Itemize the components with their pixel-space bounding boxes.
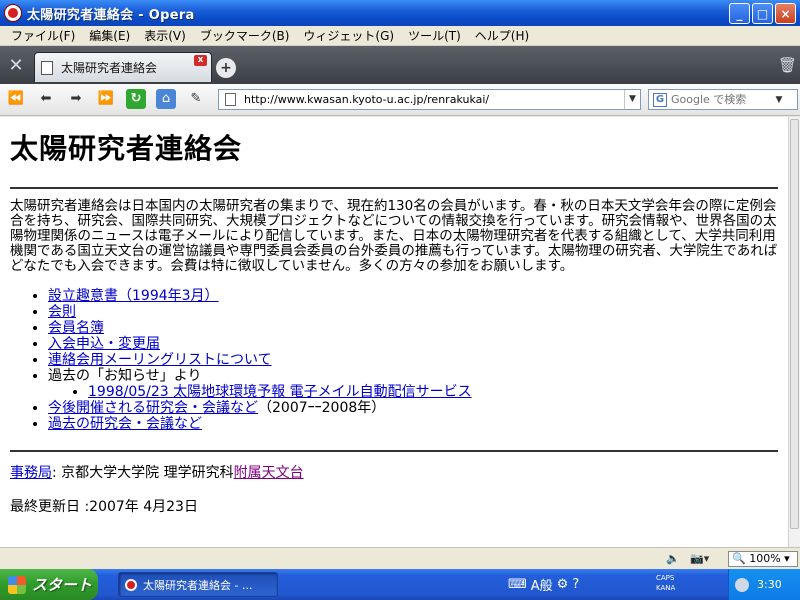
new-tab-button[interactable]: + <box>216 58 236 78</box>
volume-icon[interactable] <box>735 577 749 592</box>
zoom-value: 100% <box>749 552 781 565</box>
menu-view[interactable]: 表示(V) <box>137 27 193 44</box>
taskbar-item-opera[interactable]: 太陽研究者連絡会 - ... <box>118 572 278 597</box>
start-button[interactable]: スタート <box>0 569 98 600</box>
list-item: 会則 <box>48 304 778 320</box>
link-observatory[interactable]: 附属天文台 <box>234 465 304 481</box>
ime-toolbar: ⌨ A般 ⚙ ? <box>508 572 579 596</box>
kana-label: KANA <box>656 584 676 592</box>
link-join[interactable]: 入会申込・変更届 <box>48 336 160 352</box>
window-titlebar[interactable]: 太陽研究者連絡会 - Opera _ □ × <box>0 0 800 26</box>
upcoming-suffix: （2007ｰｰ2008年） <box>258 400 386 416</box>
rewind-icon[interactable]: ⏪ <box>6 89 26 109</box>
divider <box>10 450 778 452</box>
start-label: スタート <box>32 576 93 594</box>
link-prospectus[interactable]: 設立趣意書（1994年3月） <box>48 288 219 304</box>
reload-icon[interactable]: ↻ <box>126 89 146 109</box>
menu-help[interactable]: ヘルプ(H) <box>468 27 536 44</box>
link-upcoming[interactable]: 今後開催される研究会・会議など <box>48 400 258 416</box>
caps-label: CAPS <box>656 574 675 582</box>
menu-file[interactable]: ファイル(F) <box>4 27 82 44</box>
back-icon[interactable]: ⬅ <box>36 89 56 109</box>
link-mailing-list[interactable]: 連絡会用メーリングリストについて <box>48 352 272 368</box>
panel-tools-icon[interactable]: ✕ <box>4 54 28 78</box>
taskbar: スタート 太陽研究者連絡会 - ... ⌨ A般 ⚙ ? CAPS KANA 3… <box>0 569 800 600</box>
page-content: 太陽研究者連絡会 太陽研究者連絡会は日本国内の太陽研究者の集まりで、現在約130… <box>0 117 788 547</box>
menu-bookmarks[interactable]: ブックマーク(B) <box>193 27 297 44</box>
search-box[interactable]: G ▼ <box>648 89 798 110</box>
document-icon <box>41 60 53 75</box>
caps-indicator: CAPS KANA <box>656 573 675 593</box>
list-item: 過去の研究会・会議など <box>48 416 778 432</box>
list-item: 入会申込・変更届 <box>48 336 778 352</box>
close-button[interactable]: × <box>775 3 796 24</box>
windows-logo-icon <box>8 575 26 594</box>
link-news-item[interactable]: 1998/05/23 太陽地球環境予報 電子メイル自動配信サービス <box>88 384 472 400</box>
list-item: 今後開催される研究会・会議など（2007ｰｰ2008年） <box>48 400 778 416</box>
link-members[interactable]: 会員名簿 <box>48 320 104 336</box>
tab-close-button[interactable]: x <box>194 55 207 66</box>
link-list: 設立趣意書（1994年3月） 会則 会員名簿 入会申込・変更届 連絡会用メーリン… <box>48 288 778 432</box>
edit-icon[interactable]: ✎ <box>186 89 206 109</box>
trash-icon[interactable]: 🗑 <box>778 56 797 74</box>
taskbar-item-label: 太陽研究者連絡会 - ... <box>143 578 253 592</box>
status-bar: 🔈 📷▾ 🔍 100% ▾ <box>0 547 800 569</box>
menu-bar: ファイル(F) 編集(E) 表示(V) ブックマーク(B) ウィジェット(G) … <box>0 26 800 46</box>
tab-label: 太陽研究者連絡会 <box>61 61 158 75</box>
speaker-icon[interactable]: 🔈 <box>666 551 680 567</box>
vertical-scrollbar[interactable] <box>788 117 800 547</box>
list-item: 1998/05/23 太陽地球環境予報 電子メイル自動配信サービス <box>88 384 778 400</box>
menu-edit[interactable]: 編集(E) <box>82 27 137 44</box>
maximize-button[interactable]: □ <box>752 3 773 24</box>
page-title: 太陽研究者連絡会 <box>10 132 243 165</box>
list-item: 設立趣意書（1994年3月） <box>48 288 778 304</box>
intro-paragraph: 太陽研究者連絡会は日本国内の太陽研究者の集まりで、現在約130名の会員がいます。… <box>10 198 778 274</box>
scrollbar-thumb[interactable] <box>790 119 799 529</box>
list-item: 過去の「お知らせ」より 1998/05/23 太陽地球環境予報 電子メイル自動配… <box>48 368 778 400</box>
address-field[interactable]: http://www.kwasan.kyoto-u.ac.jp/renrakuk… <box>218 89 641 110</box>
home-icon[interactable]: ⌂ <box>156 89 176 109</box>
chevron-down-icon[interactable]: ▼ <box>624 90 640 109</box>
menu-tools[interactable]: ツール(T) <box>401 27 468 44</box>
search-input[interactable] <box>671 93 771 106</box>
last-updated: 最終更新日 :2007年 4月23日 <box>10 499 198 515</box>
tab-bar: ✕ 太陽研究者連絡会 x + 🗑 <box>0 46 800 84</box>
camera-icon[interactable]: 📷▾ <box>690 551 709 567</box>
forward-icon[interactable]: ➡ <box>66 89 86 109</box>
office-line: 事務局: 京都大学大学院 理学研究科附属天文台 <box>10 462 778 482</box>
opera-icon <box>5 5 21 21</box>
fast-forward-icon[interactable]: ⏩ <box>96 89 116 109</box>
list-item: 連絡会用メーリングリストについて <box>48 352 778 368</box>
link-office[interactable]: 事務局 <box>10 465 52 481</box>
office-text: : 京都大学大学院 理学研究科 <box>52 465 234 481</box>
list-item: 会員名簿 <box>48 320 778 336</box>
help-icon[interactable]: ? <box>572 577 579 592</box>
clock: 3:30 <box>757 578 782 591</box>
url-text[interactable]: http://www.kwasan.kyoto-u.ac.jp/renrakuk… <box>244 93 624 106</box>
divider <box>10 187 778 189</box>
settings-icon[interactable]: ⚙ <box>557 577 569 592</box>
system-tray: 3:30 <box>728 569 800 600</box>
ime-mode[interactable]: A般 <box>531 575 553 594</box>
link-rules[interactable]: 会則 <box>48 304 76 320</box>
link-past-meetings[interactable]: 過去の研究会・会議など <box>48 416 202 432</box>
address-toolbar: ⏪ ⬅ ➡ ⏩ ↻ ⌂ ✎ http://www.kwasan.kyoto-u.… <box>0 84 800 116</box>
window-title: 太陽研究者連絡会 - Opera <box>27 7 195 23</box>
zoom-control[interactable]: 🔍 100% ▾ <box>728 551 798 567</box>
tab-active[interactable]: 太陽研究者連絡会 x <box>34 52 212 82</box>
keyboard-icon[interactable]: ⌨ <box>508 577 527 592</box>
menu-widgets[interactable]: ウィジェット(G) <box>296 27 401 44</box>
past-news-label: 過去の「お知らせ」より <box>48 368 202 384</box>
minimize-button[interactable]: _ <box>729 3 750 24</box>
opera-icon <box>125 578 137 591</box>
google-icon[interactable]: G <box>653 92 667 107</box>
search-chevron-down-icon[interactable]: ▼ <box>771 95 787 105</box>
page-icon <box>225 93 236 106</box>
